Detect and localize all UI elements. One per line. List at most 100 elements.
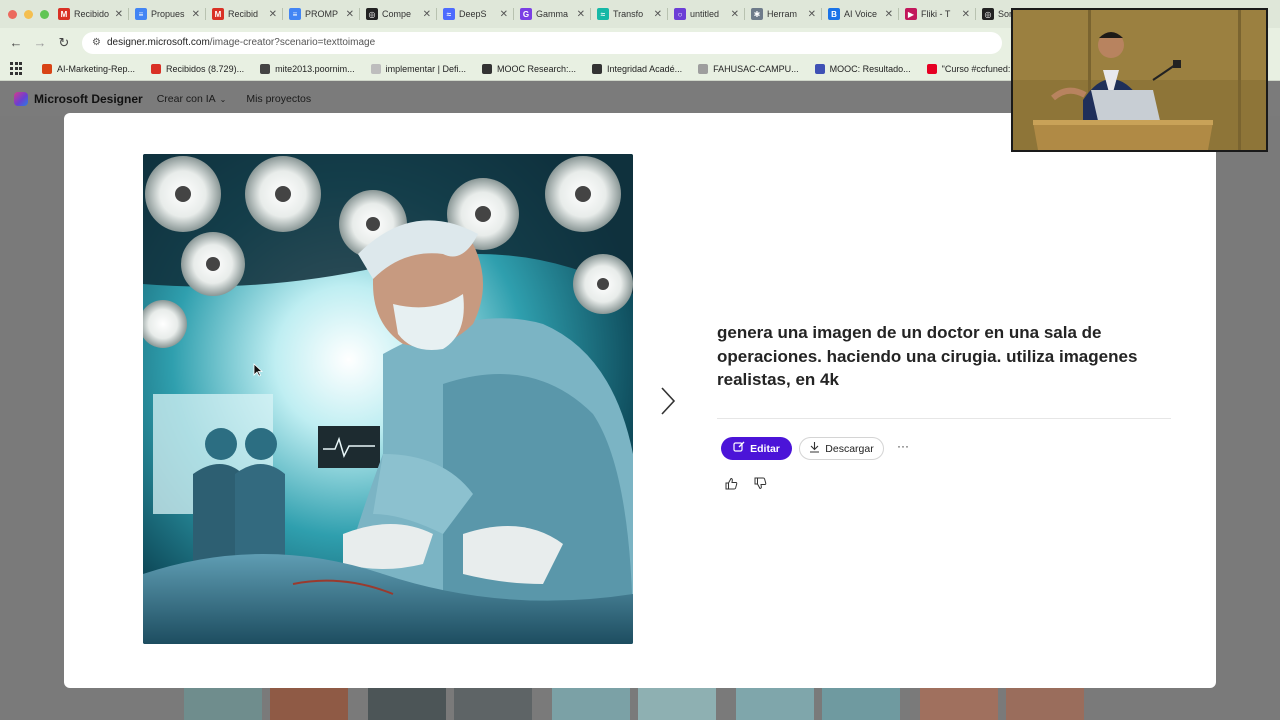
browser-tab[interactable]: ○ untitled ✕ [668,0,745,28]
thumbs-down-icon[interactable] [750,473,770,493]
download-icon [809,441,820,456]
tab-title: PROMP [305,9,339,19]
browser-tab[interactable]: M Recibido ✕ [52,0,129,28]
more-options-button[interactable]: ··· [894,439,912,457]
sora-icon: ◎ [982,8,994,20]
chevron-down-icon: ⌄ [219,94,227,104]
deepseek-icon: ≈ [443,8,455,20]
browser-tab[interactable]: G Gamma ✕ [514,0,591,28]
next-image-chevron-icon[interactable] [658,385,678,417]
thumbs-up-icon[interactable] [721,473,741,493]
bookmark-label: MOOC Research:... [497,63,577,74]
gallery-thumbnail[interactable] [736,688,814,720]
tab-title: AI Voice [844,9,878,19]
browser-tab[interactable]: M Recibid ✕ [206,0,283,28]
close-tab-icon[interactable]: ✕ [577,9,585,20]
gallery-thumbnail[interactable] [184,688,262,720]
url-field[interactable]: ⚙ designer.microsoft.com/image-creator?s… [82,31,1002,54]
tab-title: DeepS [459,9,487,19]
bookmark-item[interactable]: mite2013.poornim... [260,63,355,74]
gallery-thumbnail[interactable] [454,688,532,720]
browser-tab[interactable]: ≈ DeepS ✕ [437,0,514,28]
bookmark-item[interactable]: MOOC: Resultado... [814,63,911,74]
docs-icon: ≡ [135,8,147,20]
divider [717,418,1171,419]
tab-title: Herram [767,9,798,19]
gallery-thumbnail[interactable] [822,688,900,720]
browser-tab[interactable]: ≡ PROMP ✕ [283,0,360,28]
close-tab-icon[interactable]: ✕ [115,9,123,20]
edit-label: Editar [750,442,780,455]
bookmark-favicon-icon [42,63,52,74]
close-tab-icon[interactable]: ✕ [731,9,739,20]
maximize-window-button[interactable] [40,9,49,19]
close-tab-icon[interactable]: ✕ [269,9,277,20]
url-path: /image-creator?scenario=texttoimage [209,37,376,48]
browser-tab[interactable]: ✱ Herram ✕ [745,0,822,28]
download-button[interactable]: Descargar [799,437,884,460]
bookmark-label: MOOC: Resultado... [829,63,911,74]
gmail-icon: M [212,8,224,20]
bookmark-item[interactable]: AI-Marketing-Rep... [42,63,135,74]
gallery-thumbnail[interactable] [552,688,630,720]
tab-strip: M Recibido ✕ ≡ Propues ✕ M Recibid ✕ ≡ PROMP ✕ ◎ Comp… [52,0,1053,28]
gallery-thumbnail[interactable] [920,688,998,720]
edit-icon [733,441,745,456]
tab-title: Transfo [613,9,644,19]
close-tab-icon[interactable]: ✕ [500,9,508,20]
transform-icon: ≈ [597,8,609,20]
tab-title: Recibido [74,9,110,19]
edit-button[interactable]: Editar [721,437,792,460]
browser-tab[interactable]: B AI Voice ✕ [822,0,899,28]
gallery-thumbnail[interactable] [638,688,716,720]
forward-arrow-icon[interactable]: → [28,35,52,50]
tab-title: Gamma [536,9,569,19]
tab-title: Propues [151,9,185,19]
gamma-icon: G [520,8,532,20]
close-tab-icon[interactable]: ✕ [808,9,816,20]
close-tab-icon[interactable]: ✕ [654,9,662,20]
bookmark-item[interactable]: MOOC Research:... [482,63,577,74]
browser-tab[interactable]: ▶ Fliki - T ✕ [899,0,976,28]
gallery-thumbnail[interactable] [368,688,446,720]
window-controls [0,9,52,19]
fliki-icon: ▶ [905,8,917,20]
generated-image[interactable] [143,154,633,644]
bookmark-item[interactable]: FAHUSAC-CAMPU... [698,63,799,74]
brand-name[interactable]: Microsoft Designer [34,92,143,106]
create-with-ai-menu[interactable]: Crear con IA ⌄ [157,93,227,105]
my-projects-link[interactable]: Mis proyectos [246,93,311,105]
minimize-window-button[interactable] [24,9,33,19]
close-tab-icon[interactable]: ✕ [346,9,354,20]
bookmark-label: Recibidos (8.729)... [166,63,245,74]
apps-grid-icon[interactable] [10,61,24,76]
bookmark-label: implementar | Defi... [385,63,466,74]
browser-tab[interactable]: ≡ Propues ✕ [129,0,206,28]
reload-icon[interactable]: ↻ [52,35,76,51]
bookmark-item[interactable]: Integridad Acadé... [592,63,683,74]
close-tab-icon[interactable]: ✕ [962,9,970,20]
tool-icon: ✱ [751,8,763,20]
gallery-thumbnail[interactable] [1006,688,1084,720]
close-window-button[interactable] [8,9,17,19]
image-detail-dialog: genera una imagen de un doctor en una sa… [64,113,1216,688]
designer-logo-icon [14,92,28,106]
bookmark-item[interactable]: implementar | Defi... [370,63,466,74]
bookmark-favicon-icon [370,63,381,74]
browser-tab[interactable]: ◎ Compe ✕ [360,0,437,28]
bookmark-favicon-icon [482,63,492,74]
close-tab-icon[interactable]: ✕ [192,9,200,20]
site-settings-icon[interactable]: ⚙ [92,37,101,48]
bookmark-favicon-icon [592,63,603,74]
bookmark-favicon-icon [260,63,271,74]
tab-title: Fliki - T [921,9,951,19]
close-tab-icon[interactable]: ✕ [423,9,431,20]
browser-tab[interactable]: ≈ Transfo ✕ [591,0,668,28]
tab-title: untitled [690,9,720,19]
close-tab-icon[interactable]: ✕ [885,9,893,20]
back-arrow-icon[interactable]: ← [4,35,28,50]
bookmark-label: Integridad Acadé... [607,63,683,74]
gallery-thumbnail[interactable] [270,688,348,720]
bookmark-item[interactable]: Recibidos (8.729)... [151,63,245,74]
bookmark-item[interactable]: "Curso #ccfuned:... [926,63,1018,74]
